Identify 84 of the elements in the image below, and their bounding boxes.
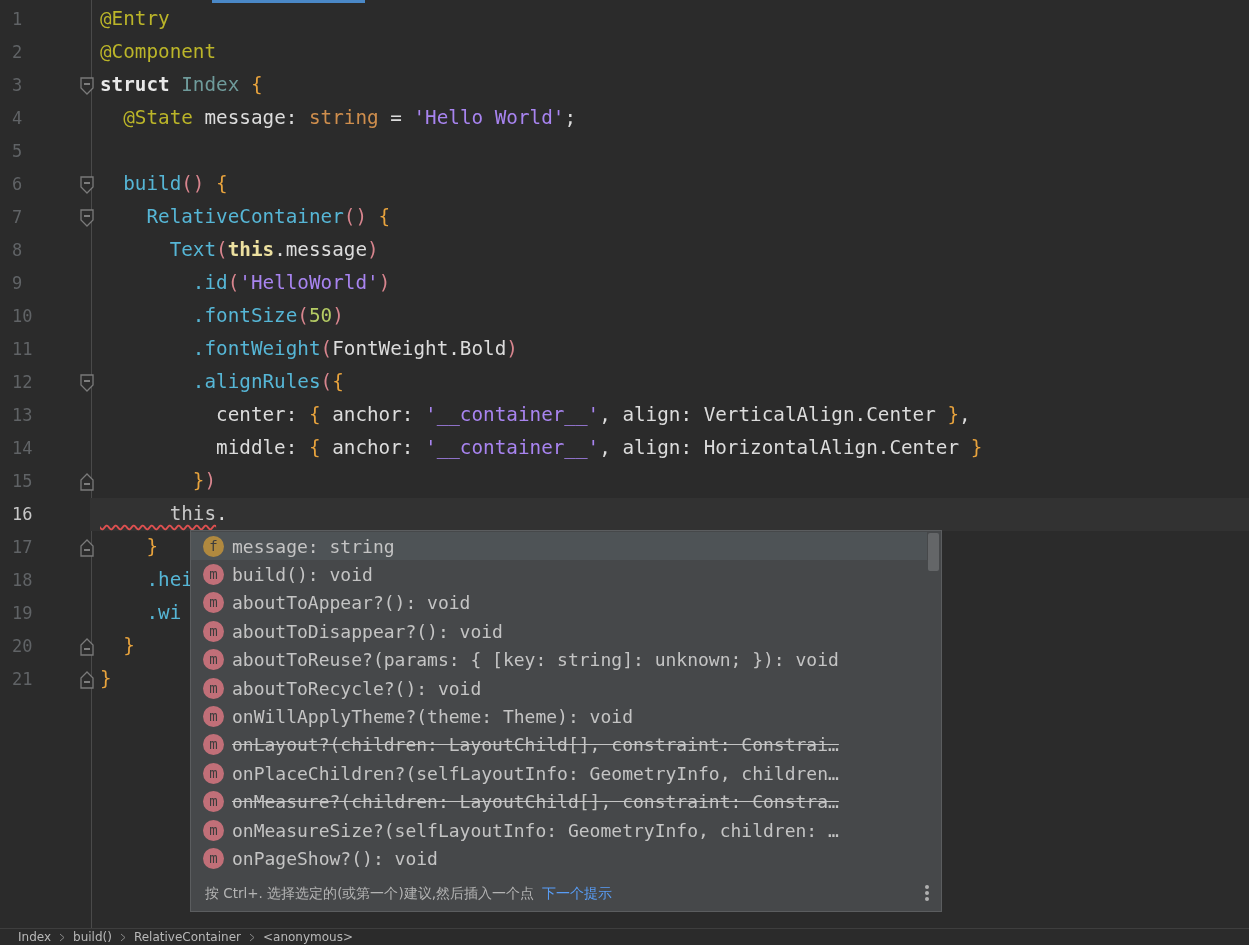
line-number: 11 (11, 337, 34, 361)
line-number: 19 (11, 601, 34, 625)
method-icon: m (203, 564, 224, 586)
code-line: struct Index { (100, 72, 263, 99)
line-number: 7 (11, 205, 24, 229)
method-icon: m (203, 734, 224, 756)
method-icon: m (203, 762, 224, 784)
fold-icon[interactable] (80, 373, 94, 392)
code-line: middle: { anchor: '__container__', align: HorizontalAlign.Center } (215, 435, 983, 462)
breadcrumb-item[interactable]: <anonymous> (262, 928, 353, 945)
line-number: 5 (11, 139, 24, 163)
breadcrumb-item[interactable]: Index (18, 928, 52, 945)
method-icon: m (203, 592, 224, 614)
fold-icon[interactable] (80, 637, 94, 656)
line-number: 2 (11, 40, 24, 64)
line-number: 15 (11, 469, 34, 493)
code-line: @Component (100, 39, 217, 66)
code-line: @Entry (100, 6, 170, 33)
method-icon: m (203, 649, 224, 671)
line-number: 9 (11, 271, 24, 295)
field-icon: f (203, 535, 224, 557)
completion-item[interactable]: m onPageShow?(): void (191, 844, 927, 873)
chevron-icon (119, 932, 126, 942)
completion-item[interactable]: m aboutToReuse?(params: { [key: string]: unknown; }): void (191, 645, 927, 674)
code-line: }) (191, 468, 217, 495)
completion-item[interactable]: m onLayout?(children: LayoutChild[], constraint: Constrai… (191, 730, 927, 760)
code-line: .id('HelloWorld') (191, 270, 391, 297)
line-number: 3 (11, 73, 24, 97)
code-line: } (100, 666, 112, 693)
line-number: 8 (11, 238, 24, 262)
method-icon: m (203, 677, 224, 699)
completion-item[interactable]: m onMeasureSize?(selfLayoutInfo: GeometryInfo, children: … (191, 815, 927, 845)
code-line: build() { (122, 171, 228, 198)
next-tip-link[interactable]: 下一个提示 (542, 882, 613, 904)
method-icon: m (203, 819, 224, 841)
code-line: this. (168, 501, 228, 528)
fold-icon[interactable] (80, 472, 94, 491)
line-number: 17 (11, 535, 34, 559)
line-number: 21 (11, 667, 34, 691)
scrollbar-thumb[interactable] (928, 533, 939, 571)
code-line: .fontWeight(FontWeight.Bold) (191, 336, 518, 363)
more-icon[interactable] (925, 885, 929, 901)
line-number: 14 (11, 436, 34, 460)
line-number: 20 (11, 634, 34, 658)
fold-icon[interactable] (80, 175, 94, 194)
line-number: 13 (11, 403, 34, 427)
code-line: } (122, 633, 135, 660)
line-number: 10 (11, 304, 34, 328)
fold-icon[interactable] (80, 538, 94, 557)
code-line: @State message: string = 'Hello World'; (122, 105, 576, 132)
code-line: .fontSize(50) (191, 303, 344, 330)
code-line: .wi (145, 600, 182, 627)
code-line: .hei (145, 567, 193, 594)
breadcrumb-item[interactable]: build() (73, 928, 112, 945)
fold-icon[interactable] (80, 670, 94, 689)
line-number: 1 (11, 7, 24, 31)
completion-item[interactable]: f message: string (191, 532, 927, 561)
line-number: 16 (11, 502, 34, 526)
fold-icon[interactable] (80, 76, 94, 95)
code-line: .alignRules({ (191, 369, 344, 396)
code-line: } (145, 534, 159, 561)
line-number: 4 (11, 106, 24, 130)
chevron-icon (248, 932, 255, 942)
hint-text: 按 Ctrl+. 选择选定的(或第一个)建议,然后插入一个点 (205, 883, 535, 903)
method-icon: m (203, 791, 224, 813)
method-icon: m (203, 620, 224, 642)
completion-item[interactable]: m onPlaceChildren?(selfLayoutInfo: GeometryInfo, children… (191, 759, 927, 788)
completion-item[interactable]: m aboutToAppear?(): void (191, 588, 927, 618)
completion-item[interactable]: m aboutToDisappear?(): void (191, 617, 927, 646)
code-line: center: { anchor: '__container__', align: VerticalAlign.Center }, (215, 402, 971, 429)
code-line: Text(this.message) (168, 237, 379, 264)
chevron-icon (59, 932, 66, 942)
line-number: 12 (11, 370, 34, 394)
completion-item[interactable]: m aboutToRecycle?(): void (191, 673, 927, 703)
method-icon: m (203, 848, 224, 869)
fold-icon[interactable] (80, 208, 94, 227)
breadcrumb-item[interactable]: RelativeContainer (133, 928, 241, 945)
line-number: 6 (11, 172, 24, 196)
completion-item[interactable]: m onWillApplyTheme?(theme: Theme): void (191, 702, 927, 731)
line-number: 18 (11, 568, 34, 592)
method-icon: m (203, 706, 224, 728)
completion-item[interactable]: m onMeasure?(children: LayoutChild[], constraint: Constra… (191, 787, 927, 816)
code-line: RelativeContainer() { (145, 204, 391, 231)
completion-item[interactable]: m build(): void (191, 560, 927, 589)
